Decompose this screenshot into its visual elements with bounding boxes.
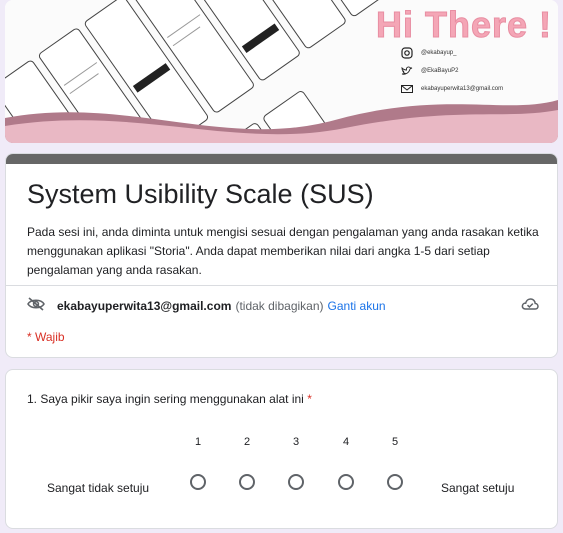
question-card: 1. Saya pikir saya ingin sering mengguna… (5, 369, 558, 529)
radio-option-2[interactable] (239, 474, 255, 490)
social-instagram: @ekabayup_ (401, 44, 503, 62)
radio-option-1[interactable] (190, 474, 206, 490)
header-accent-bar (6, 154, 557, 164)
twitter-handle: @EkaBayuP2 (421, 68, 459, 74)
switch-account-link[interactable]: Ganti akun (328, 299, 386, 313)
mail-address: ekabayuperwita13@gmail.com (421, 86, 504, 92)
question-title: 1. Saya pikir saya ingin sering mengguna… (27, 392, 312, 406)
account-note: (tidak dibagikan) (235, 298, 324, 313)
scale-low-label: Sangat tidak setuju (47, 481, 150, 495)
header-divider (6, 285, 557, 286)
account-row: ekabayuperwita13@gmail.com (tidak dibagi… (27, 297, 386, 314)
cloud-saved-icon[interactable] (521, 297, 539, 316)
scale-label-5: 5 (391, 436, 399, 448)
social-links: @ekabayup_ @EkaBayuP2 ekabayuperwita13@g… (401, 44, 503, 98)
radio-option-3[interactable] (288, 474, 304, 490)
account-email: ekabayuperwita13@gmail.com (57, 298, 232, 313)
eye-off-icon (27, 297, 45, 314)
social-twitter: @EkaBayuP2 (401, 62, 503, 80)
form-description: Pada sesi ini, anda diminta untuk mengis… (27, 225, 539, 277)
required-asterisk: * (307, 392, 312, 406)
header-banner-image: Hi There ! @ekabayup_ @EkaBayuP2 ekabayu… (5, 0, 558, 143)
mail-icon (401, 83, 413, 95)
radio-option-5[interactable] (387, 474, 403, 490)
social-mail: ekabayuperwita13@gmail.com (401, 80, 503, 98)
banner-greeting: Hi There ! (375, 4, 552, 46)
twitter-icon (401, 65, 413, 77)
radio-option-4[interactable] (338, 474, 354, 490)
scale-label-3: 3 (292, 436, 300, 448)
scale-label-1: 1 (194, 436, 202, 448)
scale-label-4: 4 (342, 436, 350, 448)
scale-high-label: Sangat setuju (441, 481, 515, 495)
scale-label-2: 2 (243, 436, 251, 448)
instagram-icon (401, 47, 413, 59)
form-title: System Usibility Scale (SUS) (27, 179, 374, 209)
instagram-handle: @ekabayup_ (421, 50, 457, 56)
required-note: * Wajib (27, 330, 65, 344)
form-header-card: System Usibility Scale (SUS) Pada sesi i… (5, 153, 558, 358)
question-text: 1. Saya pikir saya ingin sering mengguna… (27, 392, 304, 406)
